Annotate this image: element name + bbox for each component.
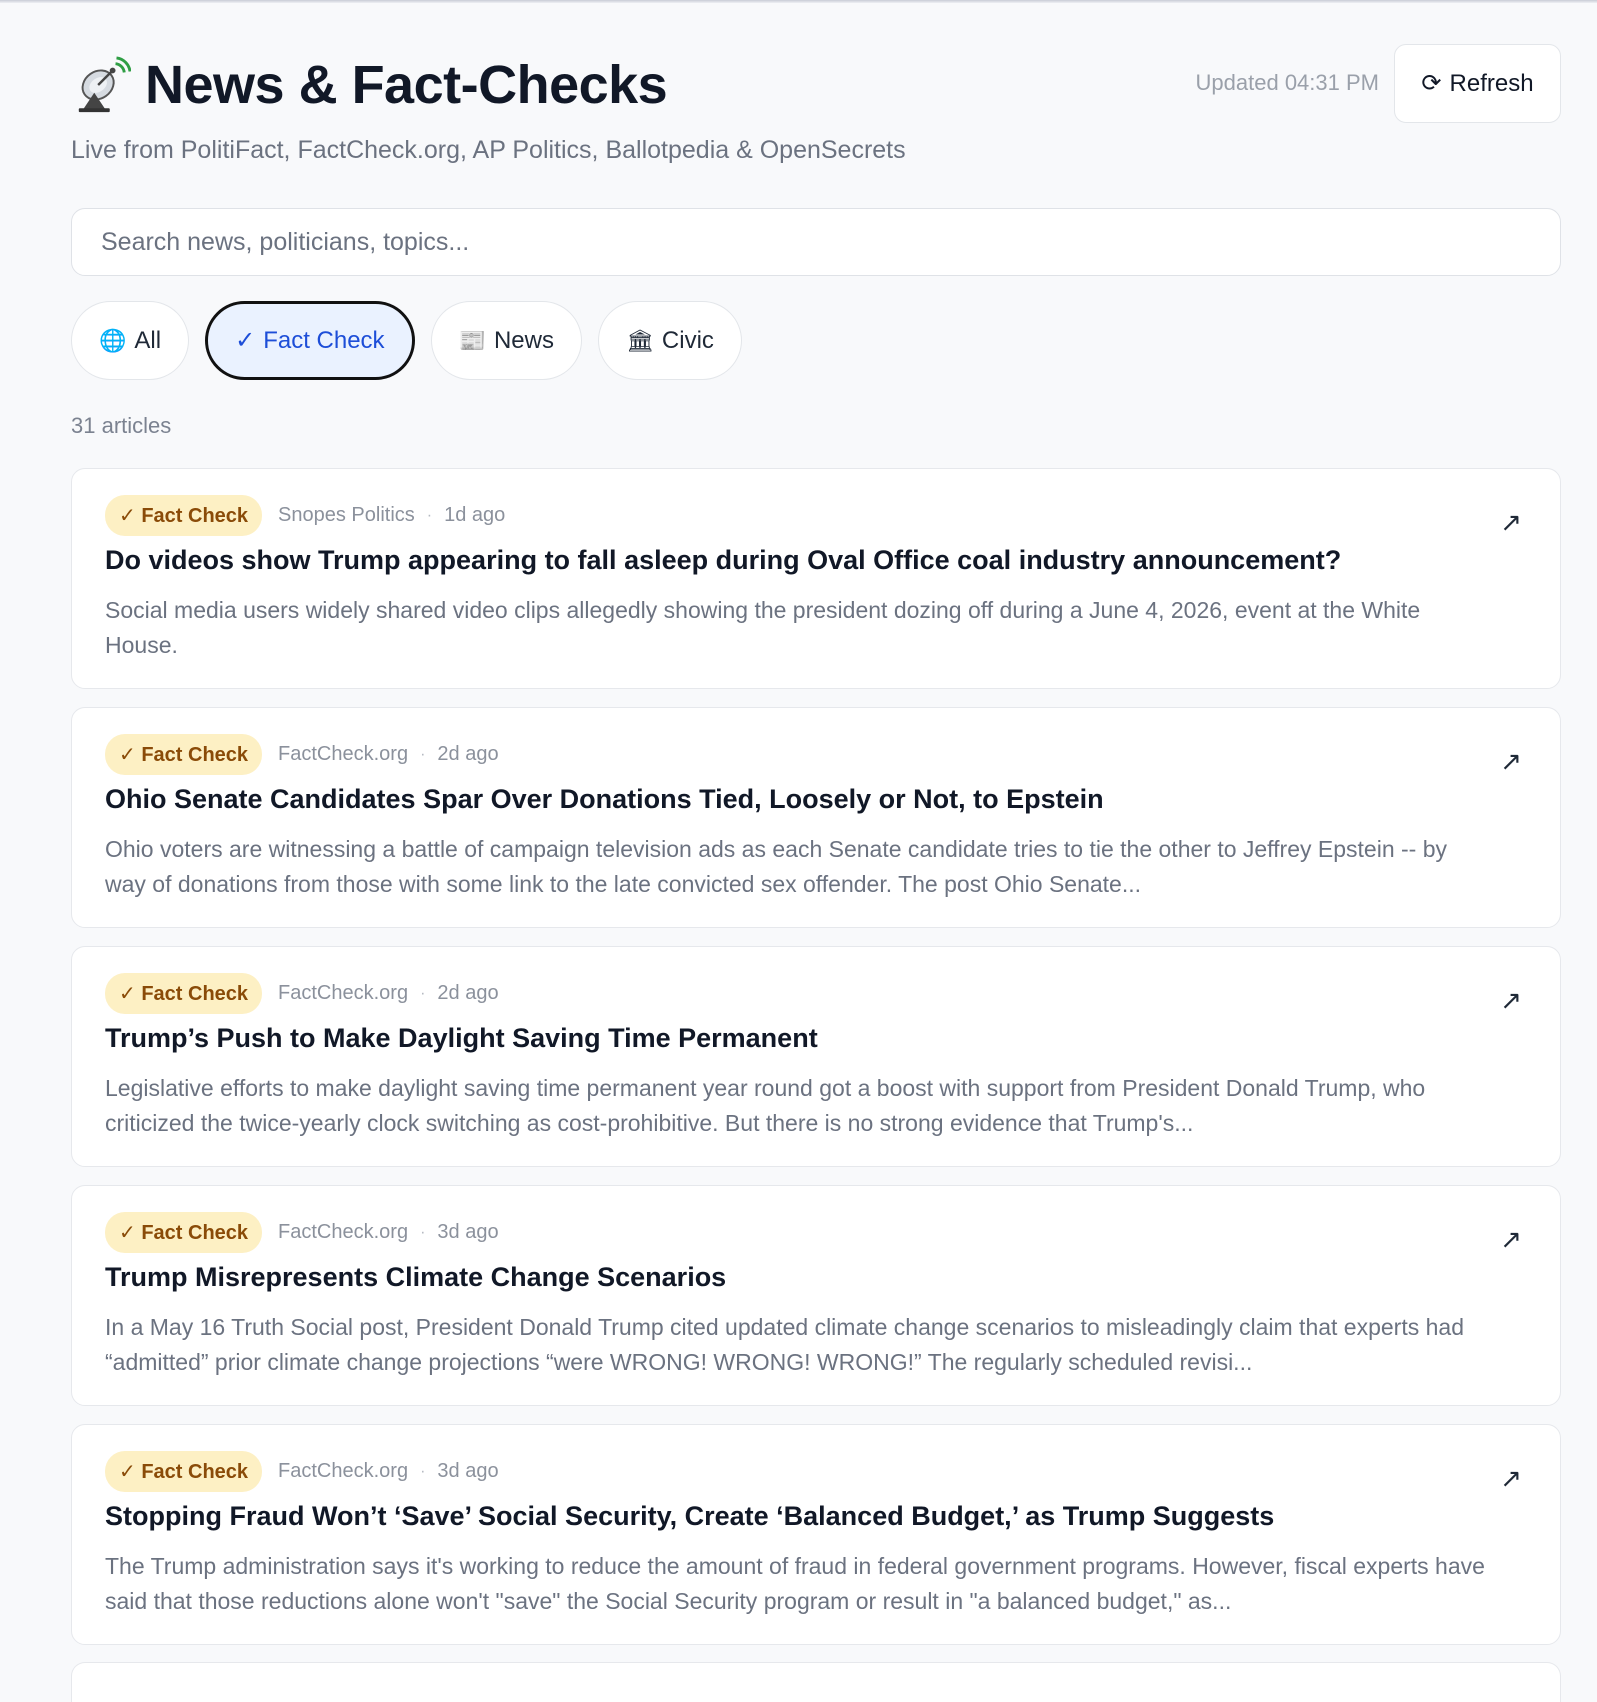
checkmark-icon: ✓	[235, 327, 256, 354]
article-summary: Social media users widely shared video c…	[105, 597, 1421, 658]
article-meta: ✓ Fact Check FactCheck.org · 2d ago	[105, 973, 499, 1014]
article-source: FactCheck.org	[278, 982, 409, 1004]
article-card[interactable]: ✓ Fact Check FactCheck.org · 2d ago ↗ Oh…	[71, 707, 1561, 928]
article-card-partial[interactable]	[71, 1662, 1561, 1702]
article-source: FactCheck.org	[278, 743, 409, 765]
refresh-icon: ⟳	[1421, 70, 1442, 97]
article-time: 1d ago	[444, 504, 506, 526]
filter-label: Fact Check	[263, 326, 385, 354]
filter-label: All	[134, 326, 162, 354]
article-meta: ✓ Fact Check FactCheck.org · 2d ago	[105, 734, 499, 775]
satellite-antenna-icon	[78, 56, 131, 113]
external-link-icon[interactable]: ↗	[1500, 507, 1522, 538]
article-title[interactable]: Trump Misrepresents Climate Change Scena…	[105, 1262, 1505, 1293]
article-card[interactable]: ✓ Fact Check FactCheck.org · 2d ago ↗ Tr…	[71, 946, 1561, 1167]
category-badge: ✓ Fact Check	[105, 973, 263, 1014]
article-summary: In a May 16 Truth Social post, President…	[105, 1314, 1464, 1375]
filter-civic[interactable]: 🏛 Civic	[597, 301, 742, 380]
search-input[interactable]	[71, 208, 1561, 276]
article-summary: Ohio voters are witnessing a battle of c…	[105, 836, 1447, 897]
filter-label: News	[493, 326, 554, 354]
meta-separator: ·	[426, 506, 433, 524]
article-meta: ✓ Fact Check FactCheck.org · 3d ago	[105, 1212, 499, 1253]
article-time: 3d ago	[437, 1460, 499, 1482]
article-time: 3d ago	[437, 1221, 499, 1243]
article-time: 2d ago	[437, 982, 499, 1004]
article-summary: Legislative efforts to make daylight sav…	[105, 1075, 1426, 1136]
article-source: Snopes Politics	[278, 504, 415, 526]
article-card[interactable]: ✓ Fact Check FactCheck.org · 3d ago ↗ Tr…	[71, 1185, 1561, 1406]
filter-fact-check[interactable]: ✓ Fact Check	[205, 301, 415, 380]
article-source: FactCheck.org	[278, 1460, 409, 1482]
newspaper-icon: 📰	[458, 327, 486, 353]
article-card[interactable]: ✓ Fact Check Snopes Politics · 1d ago ↗ …	[71, 468, 1561, 689]
external-link-icon[interactable]: ↗	[1500, 1463, 1522, 1494]
meta-separator: ·	[420, 1223, 426, 1241]
refresh-label: Refresh	[1449, 69, 1534, 97]
article-card[interactable]: ✓ Fact Check FactCheck.org · 3d ago ↗ St…	[71, 1424, 1561, 1645]
article-title[interactable]: Do videos show Trump appearing to fall a…	[105, 545, 1505, 576]
article-meta: ✓ Fact Check FactCheck.org · 3d ago	[105, 1451, 499, 1492]
updated-timestamp: Updated 04:31 PM	[1195, 70, 1379, 95]
category-badge: ✓ Fact Check	[105, 734, 263, 775]
filter-chips: 🌐 All ✓ Fact Check 📰 News 🏛 Civic	[71, 301, 742, 380]
article-title[interactable]: Ohio Senate Candidates Spar Over Donatio…	[105, 784, 1505, 815]
filter-label: Civic	[661, 326, 714, 354]
filter-news[interactable]: 📰 News	[430, 301, 582, 380]
article-time: 2d ago	[437, 743, 499, 765]
article-title[interactable]: Stopping Fraud Won’t ‘Save’ Social Secur…	[105, 1501, 1505, 1532]
category-badge: ✓ Fact Check	[105, 1212, 263, 1253]
page-title: News & Fact-Checks	[145, 55, 668, 115]
article-meta: ✓ Fact Check Snopes Politics · 1d ago	[105, 495, 505, 536]
capitol-building-icon: 🏛	[625, 327, 654, 353]
meta-separator: ·	[420, 984, 426, 1002]
external-link-icon[interactable]: ↗	[1500, 1224, 1522, 1255]
top-edge-shadow	[0, 0, 1597, 3]
article-source: FactCheck.org	[278, 1221, 409, 1243]
page-subtitle: Live from PolitiFact, FactCheck.org, AP …	[71, 136, 906, 164]
external-link-icon[interactable]: ↗	[1500, 985, 1522, 1016]
article-title[interactable]: Trump’s Push to Make Daylight Saving Tim…	[105, 1023, 1505, 1054]
category-badge: ✓ Fact Check	[105, 1451, 263, 1492]
filter-all[interactable]: 🌐 All	[71, 301, 190, 380]
article-summary: The Trump administration says it's worki…	[105, 1553, 1485, 1614]
article-count: 31 articles	[71, 413, 172, 438]
category-badge: ✓ Fact Check	[105, 495, 263, 536]
page-header: News & Fact-Checks Updated 04:31 PM ⟳ Re…	[71, 44, 1561, 124]
meta-separator: ·	[420, 1462, 426, 1480]
refresh-button[interactable]: ⟳ Refresh	[1394, 44, 1561, 123]
meta-separator: ·	[420, 745, 426, 763]
external-link-icon[interactable]: ↗	[1500, 746, 1522, 777]
globe-icon: 🌐	[99, 327, 127, 353]
